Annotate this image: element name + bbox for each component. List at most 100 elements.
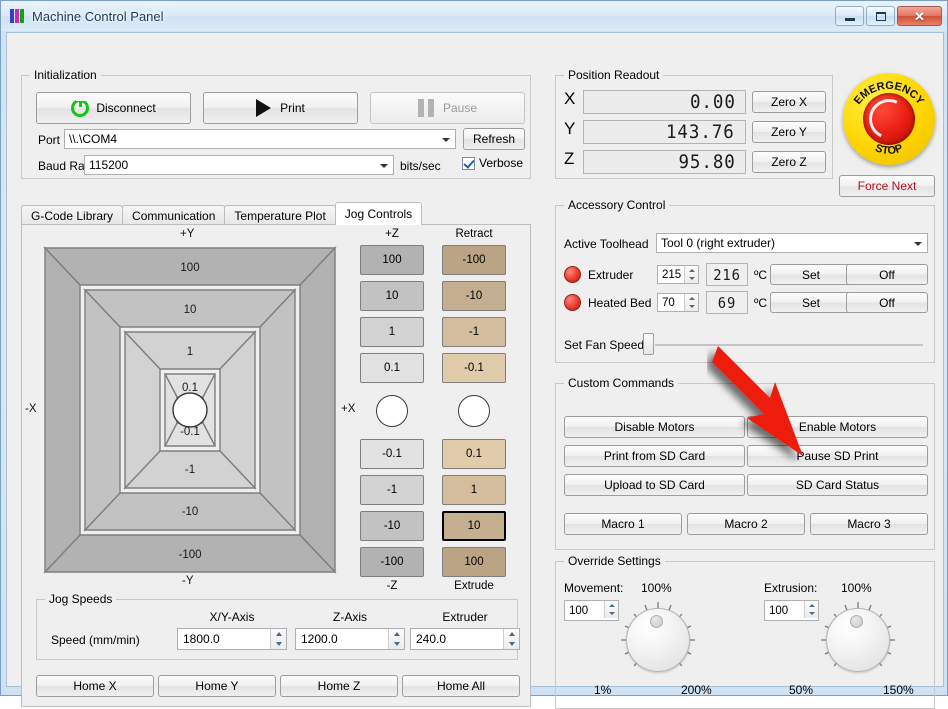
retract-01-button[interactable]: -0.1 [442, 353, 506, 383]
home-x-button[interactable]: Home X [36, 675, 154, 697]
retract-10-button[interactable]: -10 [442, 281, 506, 311]
jog-center-button[interactable] [173, 393, 207, 427]
speed-extruder-stepper[interactable] [503, 629, 519, 649]
active-toolhead-value: Tool 0 (right extruder) [661, 236, 775, 250]
xy-jog-pad[interactable]: 100 10 1 0.1 -0.1 -1 -10 -100 +Y -Y -X +… [42, 245, 338, 575]
extrude-10-button[interactable]: 10 [442, 511, 506, 541]
home-y-button[interactable]: Home Y [158, 675, 276, 697]
btn-label: Home Y [195, 679, 238, 693]
heated-bed-setpoint-input[interactable]: 70 [657, 293, 699, 312]
speed-xy-stepper[interactable] [270, 629, 286, 649]
extruder-center-button[interactable] [458, 395, 490, 427]
extrusion-dial-indicator [850, 615, 863, 628]
z-column-header-top: +Z [360, 228, 424, 240]
maximize-button[interactable] [866, 6, 895, 26]
extruder-set-button[interactable]: Set [770, 264, 852, 285]
btn-label: -10 [384, 520, 401, 532]
speed-z-stepper[interactable] [388, 629, 404, 649]
zero-x-button[interactable]: Zero X [752, 91, 826, 113]
btn-label: Zero Y [771, 125, 807, 139]
jog-x-minus-100[interactable] [45, 248, 80, 572]
zero-z-button[interactable]: Zero Z [752, 151, 826, 173]
verbose-checkbox[interactable]: Verbose [462, 156, 523, 170]
pause-sd-print-button[interactable]: Pause SD Print [747, 445, 928, 467]
upload-to-sd-card-button[interactable]: Upload to SD Card [564, 474, 745, 496]
retract-100-button[interactable]: -100 [442, 245, 506, 275]
btn-label: 10 [468, 520, 481, 532]
heated-bed-setpoint-stepper[interactable] [684, 294, 698, 311]
tab-temperature-plot[interactable]: Temperature Plot [224, 205, 335, 225]
enable-motors-button[interactable]: Enable Motors [747, 416, 928, 438]
print-button[interactable]: Print [203, 92, 358, 124]
refresh-label: Refresh [473, 132, 515, 146]
estop-text-bottom: STOP [874, 142, 905, 157]
zero-y-button[interactable]: Zero Y [752, 121, 826, 143]
refresh-button[interactable]: Refresh [463, 128, 525, 150]
movement-override-input[interactable]: 100 [564, 600, 619, 621]
movement-override-dial[interactable] [619, 601, 697, 679]
z-center-button[interactable] [376, 395, 408, 427]
tab-gcode-library[interactable]: G-Code Library [21, 205, 123, 225]
z-minus-01-button[interactable]: -0.1 [360, 439, 424, 469]
speed-extruder-input[interactable]: 240.0 [410, 628, 520, 650]
z-minus-100-button[interactable]: -100 [360, 547, 424, 577]
fan-speed-label: Set Fan Speed [564, 338, 644, 352]
jog-x-minus-10[interactable] [85, 290, 120, 530]
heated-bed-off-button[interactable]: Off [846, 292, 928, 313]
window-title: Machine Control Panel [32, 9, 164, 24]
extrude-100-button[interactable]: 100 [442, 547, 506, 577]
z-plus-01-button[interactable]: 0.1 [360, 353, 424, 383]
speed-col-xy-header: X/Y-Axis [177, 610, 287, 624]
macro-2-button[interactable]: Macro 2 [687, 513, 805, 535]
tab-strip: G-Code Library Communication Temperature… [21, 203, 421, 225]
extruder-status-led [564, 266, 581, 283]
extrusion-override-input[interactable]: 100 [764, 600, 819, 621]
x-readout: 0.00 [583, 90, 746, 114]
fan-speed-slider-track[interactable] [655, 344, 923, 346]
speed-z-input[interactable]: 1200.0 [295, 628, 405, 650]
heated-bed-set-button[interactable]: Set [770, 292, 852, 313]
jog-x-plus-100[interactable] [300, 248, 335, 572]
emergency-stop-icon[interactable]: EMERGENCY STOP [843, 73, 935, 165]
z-plus-10-button[interactable]: 10 [360, 281, 424, 311]
z-minus-1-button[interactable]: -1 [360, 475, 424, 505]
macro-1-button[interactable]: Macro 1 [564, 513, 682, 535]
z-plus-100-button[interactable]: 100 [360, 245, 424, 275]
jog-label-y-minus-100: -100 [178, 549, 201, 561]
sd-card-status-button[interactable]: SD Card Status [747, 474, 928, 496]
active-toolhead-combo[interactable]: Tool 0 (right extruder) [656, 233, 928, 253]
disable-motors-button[interactable]: Disable Motors [564, 416, 745, 438]
fan-speed-slider-thumb[interactable] [643, 333, 654, 355]
close-button[interactable]: ✕ [897, 6, 942, 26]
tab-communication[interactable]: Communication [122, 205, 225, 225]
extrude-1-button[interactable]: 1 [442, 475, 506, 505]
disconnect-button[interactable]: Disconnect [36, 92, 191, 124]
z-plus-1-button[interactable]: 1 [360, 317, 424, 347]
force-next-button[interactable]: Force Next [839, 175, 935, 197]
baud-combo[interactable]: 115200 [84, 155, 394, 175]
override-settings-legend: Override Settings [564, 554, 665, 568]
tab-jog-controls[interactable]: Jog Controls [335, 202, 422, 225]
y-value: 143.76 [666, 121, 735, 143]
btn-label: Macro 3 [847, 517, 890, 531]
extruder-setpoint-input[interactable]: 215 [657, 265, 699, 284]
extruder-setpoint-stepper[interactable] [684, 266, 698, 283]
jog-x-plus-10[interactable] [260, 290, 295, 530]
extrude-01-button[interactable]: 0.1 [442, 439, 506, 469]
btn-label: -100 [380, 556, 403, 568]
btn-label: Upload to SD Card [604, 478, 705, 492]
extrusion-override-stepper[interactable] [804, 601, 818, 618]
print-from-sd-card-button[interactable]: Print from SD Card [564, 445, 745, 467]
btn-label: Home Z [318, 679, 361, 693]
speed-xy-input[interactable]: 1800.0 [177, 628, 287, 650]
port-combo[interactable]: \\.\COM4 [64, 129, 456, 149]
movement-override-stepper[interactable] [604, 601, 618, 618]
macro-3-button[interactable]: Macro 3 [810, 513, 928, 535]
extrusion-override-dial[interactable] [819, 601, 897, 679]
minimize-button[interactable] [835, 6, 864, 26]
home-all-button[interactable]: Home All [402, 675, 520, 697]
home-z-button[interactable]: Home Z [280, 675, 398, 697]
extruder-off-button[interactable]: Off [846, 264, 928, 285]
retract-1-button[interactable]: -1 [442, 317, 506, 347]
z-minus-10-button[interactable]: -10 [360, 511, 424, 541]
